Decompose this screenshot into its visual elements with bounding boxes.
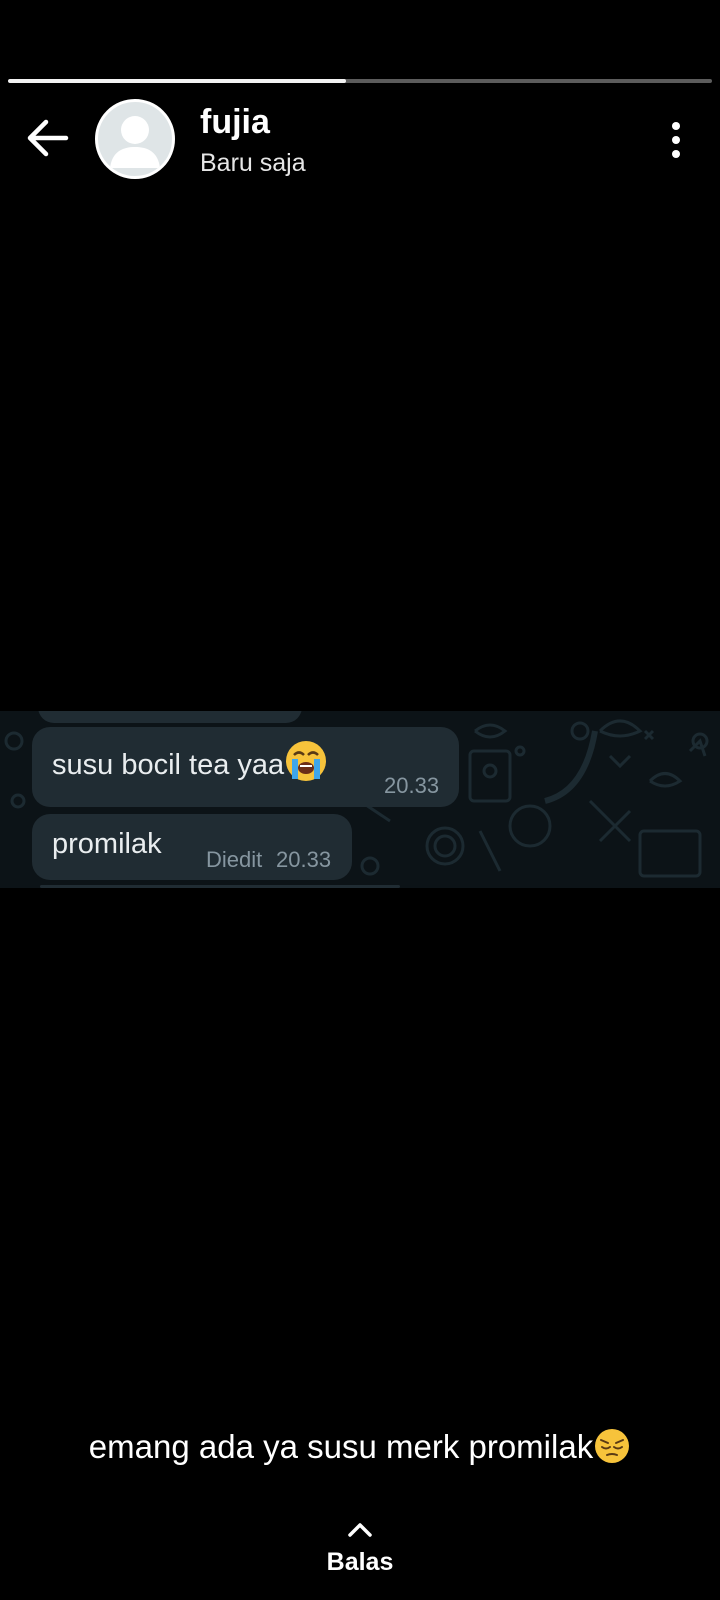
more-options-button[interactable] bbox=[660, 118, 692, 162]
pensive-face-icon bbox=[595, 1429, 630, 1464]
message-text: susu bocil tea yaa bbox=[52, 741, 328, 783]
loudly-crying-face-icon bbox=[286, 741, 327, 782]
chat-message-bubble: promilak Diedit 20.33 bbox=[32, 814, 352, 880]
message-text: promilak bbox=[52, 828, 162, 860]
avatar[interactable] bbox=[95, 99, 175, 179]
reply-button[interactable]: Balas bbox=[0, 1548, 720, 1577]
message-timestamp: 20.33 bbox=[384, 773, 440, 798]
default-avatar-icon bbox=[110, 116, 160, 168]
back-button[interactable] bbox=[22, 112, 74, 164]
partial-message-bubble bbox=[40, 885, 400, 888]
edited-label: Diedit bbox=[206, 847, 263, 872]
message-timestamp: 20.33 bbox=[276, 847, 332, 872]
chevron-up-icon[interactable] bbox=[346, 1520, 374, 1538]
chat-message-bubble: susu bocil tea yaa 20.33 bbox=[32, 727, 459, 807]
status-caption: emang ada ya susu merk promilak bbox=[0, 1428, 720, 1466]
contact-status-time: Baru saja bbox=[200, 149, 306, 177]
message-text-content: susu bocil tea yaa bbox=[52, 749, 285, 781]
status-progress-bar bbox=[8, 79, 712, 83]
caption-text: emang ada ya susu merk promilak bbox=[88, 1428, 594, 1465]
partial-message-bubble bbox=[38, 711, 302, 723]
more-vertical-icon bbox=[672, 122, 680, 158]
status-viewer: fujia Baru saja susu bocil tea yaa 20.33… bbox=[0, 0, 720, 1600]
status-image-chat-screenshot: susu bocil tea yaa 20.33 promilak Diedit… bbox=[0, 711, 720, 888]
status-progress-fill bbox=[8, 79, 346, 83]
contact-name[interactable]: fujia bbox=[200, 103, 270, 142]
arrow-left-icon bbox=[27, 119, 69, 157]
